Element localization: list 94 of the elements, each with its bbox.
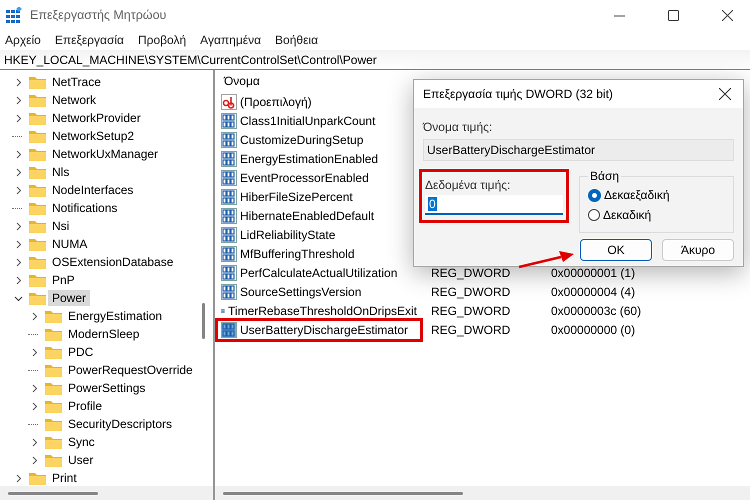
folder-icon — [29, 148, 46, 160]
value-name-field[interactable]: UserBatteryDischargeEstimator — [423, 139, 734, 161]
folder-icon — [29, 472, 46, 484]
folder-icon — [29, 112, 46, 124]
value-name[interactable]: (Προεπιλογή) — [240, 94, 312, 108]
address-bar[interactable]: HKEY_LOCAL_MACHINE\SYSTEM\CurrentControlSet\Control\Power — [0, 50, 750, 70]
value-name[interactable]: HibernateEnabledDefault — [240, 208, 374, 222]
menu-item[interactable]: Προβολή — [138, 33, 186, 47]
value-data: 0x00000001 (1) — [551, 266, 636, 280]
tree-item[interactable]: SecurityDescriptors — [64, 416, 176, 432]
radio-button[interactable] — [588, 188, 601, 202]
tree-item[interactable]: Network — [48, 92, 100, 108]
tree-item[interactable]: Nsi — [48, 218, 74, 234]
folder-icon — [45, 436, 62, 448]
tree-item[interactable]: Profile — [64, 398, 106, 414]
ok-button[interactable]: OK — [580, 239, 652, 261]
folder-icon — [29, 220, 46, 232]
tree-item[interactable]: OSExtensionDatabase — [48, 254, 178, 270]
value-data: 0x0000003c (60) — [551, 304, 642, 318]
value-name[interactable]: EnergyEstimationEnabled — [240, 152, 378, 166]
folder-icon — [29, 76, 46, 88]
tree-item[interactable]: PnP — [48, 272, 79, 288]
arrow — [517, 250, 575, 270]
folder-icon — [29, 238, 46, 250]
tree-item[interactable]: Sync — [64, 434, 99, 450]
folder-icon — [45, 310, 62, 322]
tree-item[interactable]: Notifications — [48, 200, 122, 216]
group-label: Βάση — [589, 169, 620, 183]
value-name[interactable]: EventProcessorEnabled — [240, 170, 369, 184]
tree-item[interactable]: ModernSleep — [64, 326, 144, 342]
menu-item[interactable]: Επεξεργασία — [54, 33, 124, 47]
tree-item[interactable]: NetworkUxManager — [48, 146, 162, 162]
close-icon — [719, 88, 731, 100]
dialog-title: Επεξεργασία τιμής DWORD (32 bit) — [423, 87, 614, 101]
value-name[interactable]: MfBufferingThreshold — [240, 246, 355, 260]
value-data: 0x00000000 (0) — [551, 322, 636, 336]
folder-icon — [29, 256, 46, 268]
value-name[interactable]: TimerRebaseThresholdOnDripsExit — [228, 304, 417, 318]
value-type: REG_DWORD — [431, 266, 512, 280]
menu-item[interactable]: Αρχείο — [5, 33, 41, 47]
folder-icon — [45, 328, 62, 340]
folder-icon — [45, 454, 62, 466]
value-name[interactable]: PerfCalculateActualUtilization — [240, 266, 398, 280]
maximize-icon — [668, 10, 678, 20]
window-title: Επεξεργαστής Μητρώου — [30, 8, 168, 22]
folder-icon — [29, 166, 46, 178]
scrollbar-thumb[interactable] — [8, 492, 98, 494]
folder-icon — [45, 382, 62, 394]
value-type: REG_DWORD — [431, 304, 512, 318]
tree-item[interactable]: EnergyEstimation — [64, 308, 166, 324]
menu-item[interactable]: Βοήθεια — [275, 33, 318, 47]
folder-icon — [29, 184, 46, 196]
value-type: REG_DWORD — [431, 322, 512, 336]
registry-app-icon — [6, 7, 22, 23]
folder-icon — [45, 400, 62, 412]
value-name[interactable]: SourceSettingsVersion — [240, 284, 362, 298]
tree-item[interactable]: User — [64, 452, 98, 468]
cancel-button[interactable]: Άκυρο — [662, 239, 734, 261]
value-name[interactable]: LidReliabilityState — [240, 228, 336, 242]
tree-item[interactable]: NUMA — [48, 236, 92, 252]
field-label: Όνομα τιμής: — [423, 120, 494, 134]
tree-item[interactable]: Print — [48, 470, 81, 486]
close-icon — [722, 10, 732, 20]
tree-item[interactable]: PowerSettings — [64, 380, 150, 396]
field-label: Δεδομένα τιμής: — [425, 178, 512, 192]
value-name[interactable]: HiberFileSizePercent — [240, 190, 353, 204]
value-data: 0x00000004 (4) — [551, 284, 636, 298]
value-data-field[interactable]: 0 — [425, 195, 563, 215]
folder-icon — [45, 364, 62, 376]
folder-icon — [45, 346, 62, 358]
scrollbar-thumb[interactable] — [223, 492, 463, 494]
tree-item[interactable]: PDC — [64, 344, 98, 360]
folder-icon — [29, 202, 46, 214]
tree-item[interactable]: PowerRequestOverride — [64, 362, 197, 378]
radio-button[interactable] — [588, 209, 600, 221]
radio-label[interactable]: Δεκαδική — [603, 208, 652, 222]
folder-icon — [29, 130, 46, 142]
value-type: REG_DWORD — [431, 284, 512, 298]
menu-item[interactable]: Αγαπημένα — [200, 33, 262, 47]
tree-item[interactable]: NetworkProvider — [48, 110, 145, 126]
tree-item[interactable]: NodeInterfaces — [48, 182, 138, 198]
tree-item[interactable]: NetworkSetup2 — [48, 128, 138, 144]
radio-label[interactable]: Δεκαεξαδική — [604, 188, 670, 202]
folder-icon — [29, 274, 46, 286]
tree-item[interactable]: Nls — [48, 164, 74, 180]
value-name[interactable]: CustomizeDuringSetup — [240, 132, 364, 146]
column-header[interactable]: Όνομα — [224, 74, 260, 88]
tree-item[interactable]: Power — [48, 290, 90, 306]
folder-icon — [29, 292, 46, 304]
tree-item[interactable]: NetTrace — [48, 74, 105, 90]
value-name[interactable]: Class1InitialUnparkCount — [240, 114, 376, 128]
folder-icon — [45, 418, 62, 430]
folder-icon — [29, 94, 46, 106]
scrollbar-thumb[interactable] — [202, 303, 205, 339]
